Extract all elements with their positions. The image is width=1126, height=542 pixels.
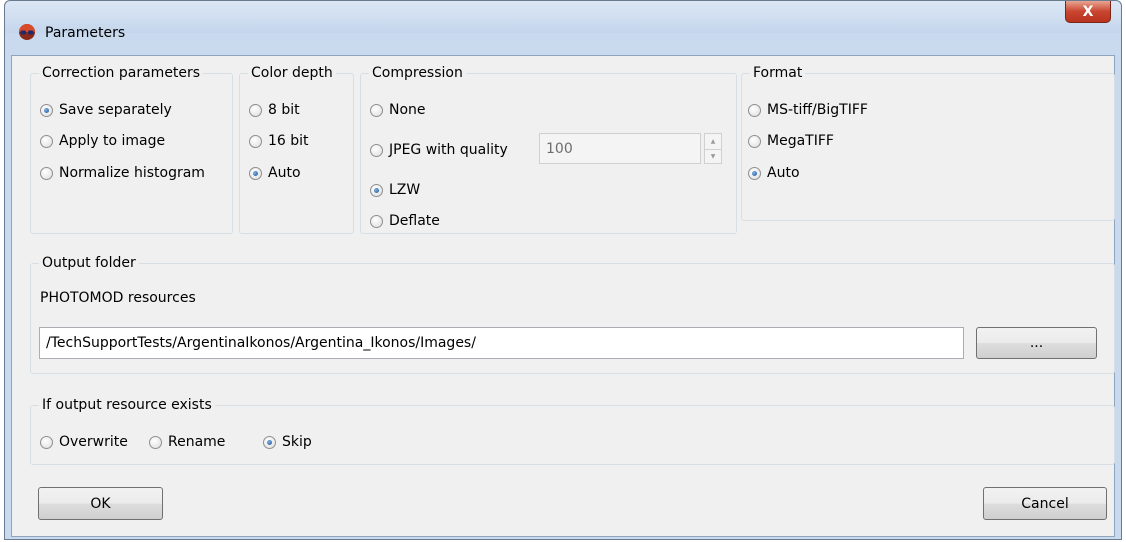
radio-rename[interactable]: Rename [149, 432, 225, 452]
spin-up-icon[interactable]: ▲ [705, 134, 721, 149]
radio-label: 16 bit [268, 133, 309, 149]
correction-parameters-legend: Correction parameters [39, 64, 204, 82]
radio-overwrite[interactable]: Overwrite [40, 432, 128, 452]
radio-apply-to-image[interactable]: Apply to image [40, 131, 165, 151]
radio-button[interactable] [370, 103, 383, 117]
radio-label: 8 bit [268, 102, 300, 118]
output-exists-legend: If output resource exists [39, 396, 215, 414]
radio-deflate[interactable]: Deflate [370, 211, 440, 231]
radio-label: JPEG with quality [389, 142, 508, 158]
radio-button[interactable] [370, 214, 383, 228]
radio-button-selected[interactable] [370, 183, 383, 197]
radio-16-bit[interactable]: 16 bit [249, 131, 309, 151]
format-group: Format MS-tiff/BigTIFF MegaTIFF Auto [741, 64, 1115, 221]
radio-lzw[interactable]: LZW [370, 180, 420, 200]
radio-save-separately[interactable]: Save separately [40, 100, 172, 120]
compression-legend: Compression [369, 64, 466, 82]
radio-format-auto[interactable]: Auto [748, 163, 800, 183]
radio-label: Auto [767, 165, 800, 181]
color-depth-legend: Color depth [248, 64, 336, 82]
radio-label: Rename [168, 434, 226, 450]
radio-button[interactable] [249, 103, 262, 117]
jpeg-quality-spinner[interactable]: ▲ ▼ [704, 133, 722, 164]
radio-compression-none[interactable]: None [370, 100, 426, 120]
radio-megatiff[interactable]: MegaTIFF [748, 131, 834, 151]
format-legend: Format [750, 64, 806, 82]
radio-label: Auto [268, 165, 301, 181]
radio-button-selected[interactable] [263, 435, 276, 449]
parameters-dialog: Parameters X Correction parameters Save … [4, 0, 1122, 540]
radio-button[interactable] [149, 435, 162, 449]
photomod-resources-label: PHOTOMOD resources [40, 290, 196, 306]
radio-button[interactable] [40, 435, 53, 449]
output-folder-legend: Output folder [39, 254, 139, 272]
radio-label: None [389, 102, 426, 118]
correction-parameters-group: Correction parameters Save separately Ap… [30, 64, 233, 234]
radio-button[interactable] [40, 134, 53, 148]
radio-label: Normalize histogram [59, 165, 205, 181]
radio-button-selected[interactable] [40, 103, 53, 117]
ok-button[interactable]: OK [38, 487, 163, 520]
radio-button[interactable] [748, 103, 761, 117]
cancel-button[interactable]: Cancel [983, 487, 1107, 520]
radio-jpeg-quality[interactable]: JPEG with quality [370, 140, 508, 160]
radio-button[interactable] [370, 143, 383, 157]
radio-depth-auto[interactable]: Auto [249, 163, 301, 183]
radio-label: Overwrite [59, 434, 128, 450]
spin-down-icon[interactable]: ▼ [705, 148, 721, 164]
radio-label: Deflate [389, 213, 440, 229]
radio-button[interactable] [40, 166, 53, 180]
radio-button[interactable] [748, 134, 761, 148]
radio-label: Save separately [59, 102, 172, 118]
output-folder-group: Output folder PHOTOMOD resources /TechSu… [30, 254, 1115, 374]
radio-label: Apply to image [59, 133, 166, 149]
jpeg-quality-input[interactable]: 100 [539, 133, 701, 164]
output-path-input[interactable]: /TechSupportTests/ArgentinaIkonos/Argent… [39, 327, 964, 359]
output-exists-group: If output resource exists Overwrite Rena… [30, 396, 1115, 465]
close-button[interactable]: X [1065, 1, 1111, 23]
close-icon: X [1082, 3, 1094, 20]
radio-ms-tiff-bigtiff[interactable]: MS-tiff/BigTIFF [748, 100, 868, 120]
radio-skip[interactable]: Skip [263, 432, 312, 452]
radio-label: LZW [389, 182, 421, 198]
compression-group: Compression None JPEG with quality 100 ▲… [360, 64, 737, 234]
radio-button-selected[interactable] [249, 166, 262, 180]
radio-normalize-histogram[interactable]: Normalize histogram [40, 163, 205, 183]
radio-button-selected[interactable] [748, 166, 761, 180]
title-bar[interactable]: Parameters X [5, 1, 1121, 41]
color-depth-group: Color depth 8 bit 16 bit Auto [239, 64, 354, 234]
radio-8-bit[interactable]: 8 bit [249, 100, 300, 120]
radio-label: MS-tiff/BigTIFF [767, 102, 868, 118]
browse-button[interactable]: ... [976, 327, 1097, 359]
radio-label: Skip [282, 434, 312, 450]
radio-button[interactable] [249, 134, 262, 148]
window-title: Parameters [45, 25, 126, 41]
radio-label: MegaTIFF [767, 133, 834, 149]
photomod-app-icon [19, 24, 35, 40]
dialog-body: Correction parameters Save separately Ap… [11, 55, 1115, 537]
